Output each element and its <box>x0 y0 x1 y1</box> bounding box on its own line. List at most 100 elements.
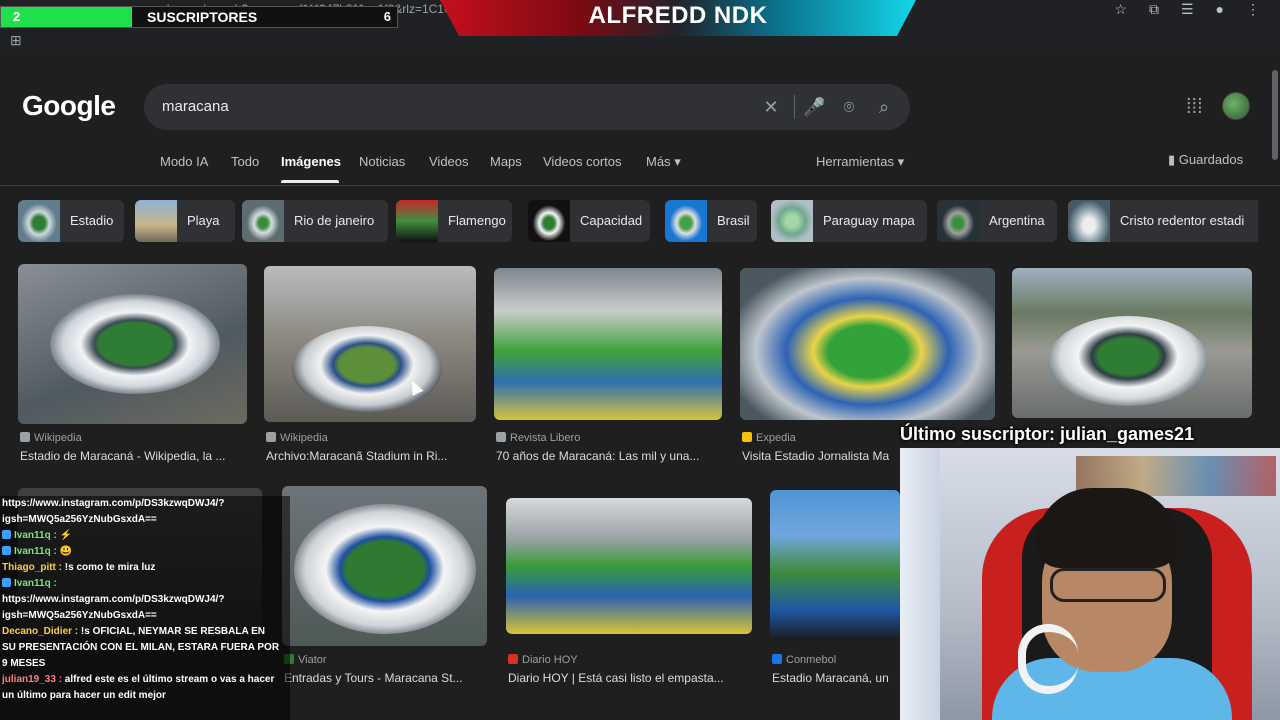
google-logo[interactable]: Google <box>22 90 116 122</box>
chip-thumb <box>135 200 177 242</box>
chat-text: ⚡ <box>56 530 73 541</box>
result-title[interactable]: Estadio Maracaná, un <box>772 671 902 685</box>
wikipedia-icon <box>266 432 276 442</box>
result-thumbnail[interactable] <box>770 490 900 640</box>
chat-username: julian19_33 : <box>2 674 63 685</box>
result-source-text: Viator <box>298 654 327 666</box>
tab-videos-cortos[interactable]: Videos cortos <box>543 154 622 169</box>
chip-capacidad[interactable]: Capacidad <box>528 200 650 242</box>
result-title[interactable]: Diario HOY | Está casi listo el empasta.… <box>508 671 754 685</box>
webcam-glasses <box>1050 568 1166 602</box>
chat-message: Thiago_pitt : !s como te mira luz <box>2 560 290 576</box>
chat-text: alfred este es el último stream o vas a … <box>62 674 275 685</box>
chip-label: Paraguay mapa <box>823 213 915 228</box>
chat-text: un último para hacer un edit mejor <box>2 690 166 701</box>
tab-imagenes[interactable]: Imágenes <box>281 154 341 169</box>
chip-label: Argentina <box>989 213 1045 228</box>
tab-maps[interactable]: Maps <box>490 154 522 169</box>
tabs-divider <box>0 185 1280 186</box>
profile-icon[interactable]: ● <box>1216 0 1224 18</box>
result-thumbnail[interactable] <box>264 266 476 422</box>
tab-mas[interactable]: Más ▾ <box>646 154 681 170</box>
result-title[interactable]: 70 años de Maracaná: Las mil y una... <box>496 449 724 463</box>
tools-button[interactable]: Herramientas ▾ <box>816 154 904 170</box>
stadium-image <box>1048 316 1208 406</box>
chat-text: igsh=MWQ5a256YzNubGsxdA== <box>2 514 157 525</box>
result-source: Revista Libero <box>496 432 580 444</box>
expedia-icon <box>742 432 752 442</box>
revista-libero-icon <box>496 432 506 442</box>
caret-down-icon: ▾ <box>897 154 905 169</box>
result-thumbnail[interactable] <box>506 498 752 634</box>
result-thumbnail[interactable] <box>282 486 487 646</box>
chat-message: Ivan11q : 😃 <box>2 544 290 560</box>
image-result[interactable] <box>1012 268 1254 420</box>
star-icon[interactable]: ☆ <box>1114 0 1127 18</box>
chat-message: https://www.instagram.com/p/DS3kzwqDWJ4/… <box>2 592 290 608</box>
chip-estadio[interactable]: Estadio <box>18 200 124 242</box>
tab-todo[interactable]: Todo <box>231 154 259 169</box>
result-thumbnail[interactable] <box>494 268 722 420</box>
search-icon[interactable]: ⌕ <box>873 96 895 118</box>
chat-message: https://www.instagram.com/p/DS3kzwqDWJ4/… <box>2 496 290 512</box>
result-thumbnail[interactable] <box>740 268 995 420</box>
result-title[interactable]: Estadio de Maracaná - Wikipedia, la ... <box>20 449 248 463</box>
result-source: Wikipedia <box>20 432 82 444</box>
image-result[interactable]: Wikipedia Estadio de Maracaná - Wikipedi… <box>18 264 248 464</box>
result-source: Wikipedia <box>266 432 328 444</box>
more-icon[interactable]: ⋮ <box>1246 0 1260 18</box>
chat-message: Decano_Didier : !s OFICIAL, NEYMAR SE RE… <box>2 624 290 640</box>
chip-label: Brasil <box>717 213 750 228</box>
chip-playa[interactable]: Playa <box>135 200 235 242</box>
tab-modo-ia[interactable]: Modo IA <box>160 154 208 169</box>
chip-brasil[interactable]: Brasil <box>665 200 757 242</box>
stadium-image <box>50 294 220 394</box>
page-scrollbar[interactable] <box>1272 70 1278 160</box>
apps-grid-icon[interactable]: ⊞ <box>10 33 24 47</box>
result-title[interactable]: Entradas y Tours - Maracana St... <box>284 671 488 685</box>
result-thumbnail[interactable] <box>1012 268 1252 418</box>
chip-label: Flamengo <box>448 213 506 228</box>
image-result[interactable]: Wikipedia Archivo:Maracanã Stadium in Ri… <box>264 266 478 464</box>
camera-search-icon[interactable]: ⌾ <box>838 96 860 118</box>
chip-cristo-redentor[interactable]: Cristo redentor estadi <box>1068 200 1258 242</box>
chip-paraguay-mapa[interactable]: Paraguay mapa <box>771 200 927 242</box>
result-source-text: Revista Libero <box>510 432 581 444</box>
bookmark-icon: ▮ <box>1168 152 1176 167</box>
result-source-text: Conmebol <box>786 654 837 666</box>
chip-argentina[interactable]: Argentina <box>937 200 1057 242</box>
image-result[interactable]: Viator Entradas y Tours - Maracana St... <box>282 486 488 686</box>
image-result[interactable]: Revista Libero 70 años de Maracaná: Las … <box>494 268 724 464</box>
chip-thumb <box>242 200 284 242</box>
tab-noticias[interactable]: Noticias <box>359 154 405 169</box>
menu-icon[interactable]: ☰ <box>1181 0 1194 18</box>
chip-flamengo[interactable]: Flamengo <box>396 200 512 242</box>
chip-thumb <box>771 200 813 242</box>
avatar[interactable] <box>1222 92 1250 120</box>
result-title[interactable]: Archivo:Maracanã Stadium in Ri... <box>266 449 478 463</box>
microphone-icon[interactable]: 🎤 <box>803 96 825 118</box>
chip-label: Capacidad <box>580 213 643 228</box>
saved-button[interactable]: ▮ Guardados <box>1168 152 1243 168</box>
chat-message: SU PRESENTACIÓN CON EL MILAN, ESTARA FUE… <box>2 640 290 656</box>
search-box[interactable]: maracana ✕ 🎤 ⌾ ⌕ <box>144 84 910 130</box>
result-title[interactable]: Visita Estadio Jornalista Ma <box>742 449 900 463</box>
tools-label: Herramientas <box>816 154 895 169</box>
chat-message: igsh=MWQ5a256YzNubGsxdA== <box>2 608 290 624</box>
tab-videos[interactable]: Videos <box>429 154 469 169</box>
result-thumbnail[interactable] <box>18 264 247 424</box>
chat-username: Ivan11q : <box>14 578 57 589</box>
chat-text: !s OFICIAL, NEYMAR SE RESBALA EN <box>78 626 266 637</box>
stadium-image <box>294 504 476 634</box>
chat-message: Ivan11q : <box>2 576 290 592</box>
caret-down-icon: ▾ <box>674 154 681 169</box>
result-source: Diario HOY <box>508 654 578 666</box>
search-input[interactable]: maracana <box>162 98 229 115</box>
google-apps-icon[interactable]: ⁞⁞⁞ <box>1186 96 1203 119</box>
image-result[interactable]: Conmebol Estadio Maracaná, un <box>770 490 900 686</box>
chip-rio-de-janeiro[interactable]: Rio de janeiro <box>242 200 388 242</box>
image-result[interactable]: Diario HOY Diario HOY | Está casi listo … <box>506 498 754 686</box>
extensions-icon[interactable]: ⧉ <box>1149 0 1159 18</box>
clear-icon[interactable]: ✕ <box>760 96 782 118</box>
webcam-flag <box>900 448 940 720</box>
